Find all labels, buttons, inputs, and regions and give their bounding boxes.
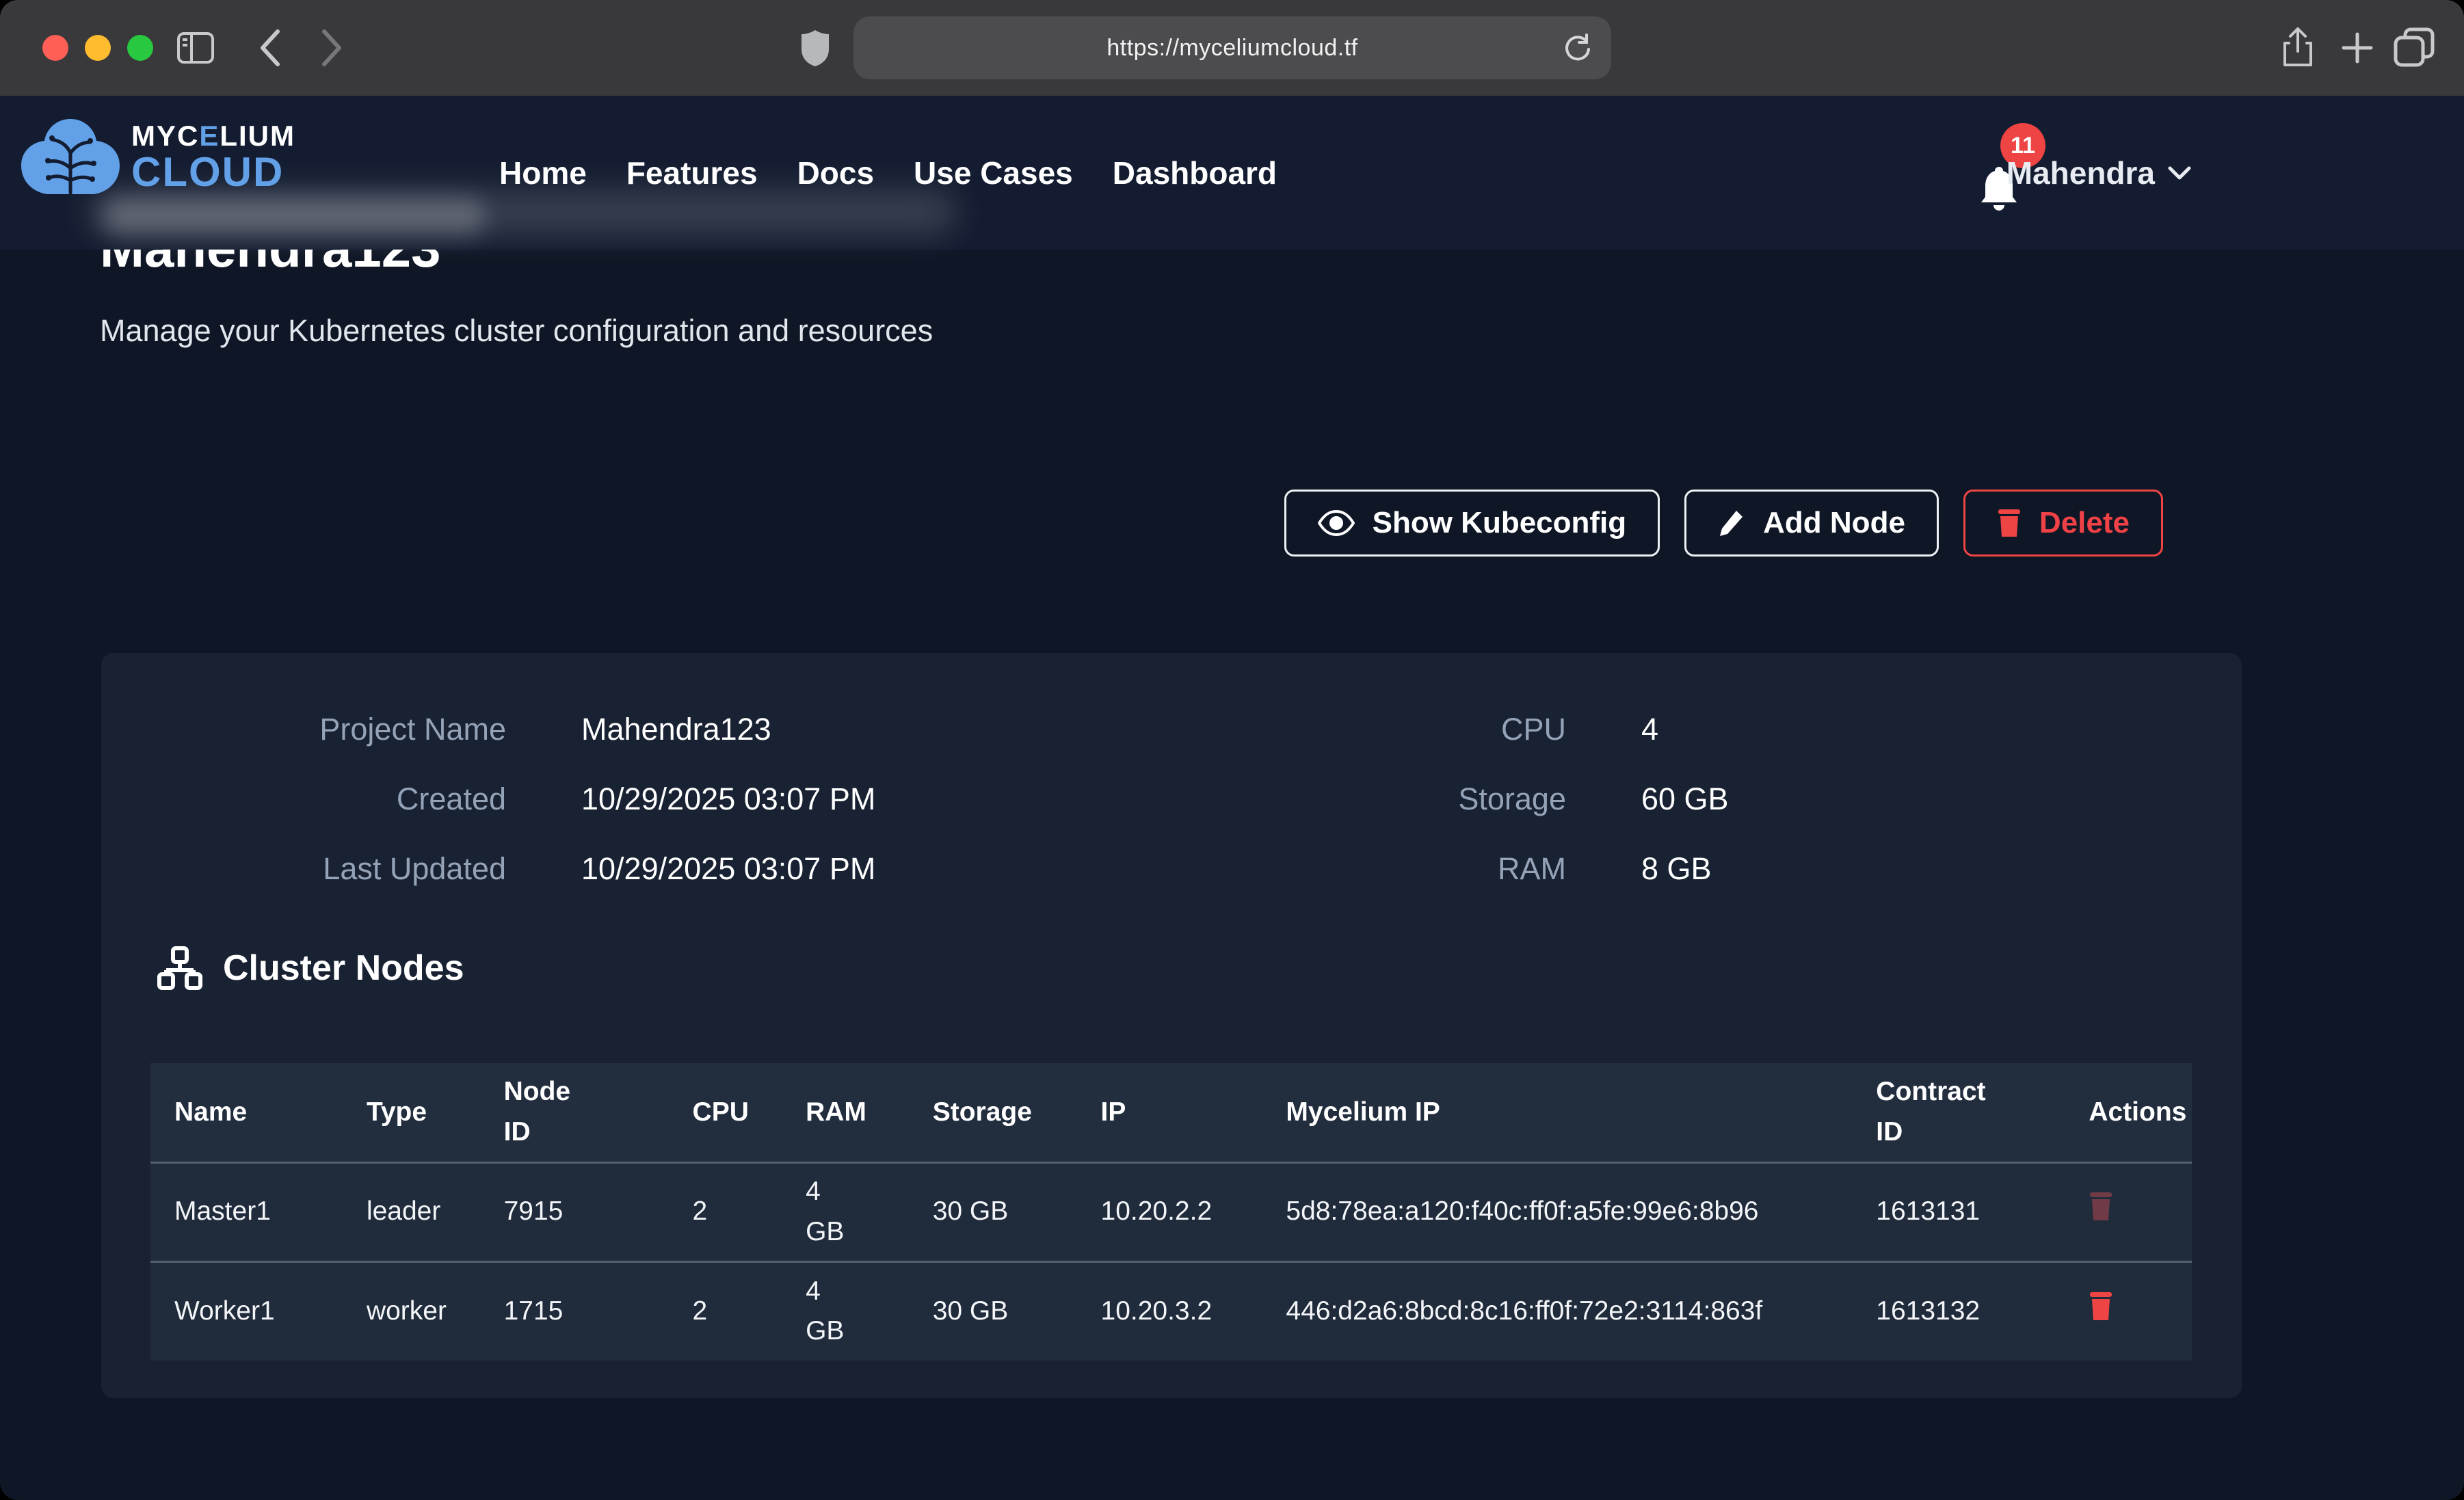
page-subtitle: Manage your Kubernetes cluster configura… (100, 313, 933, 349)
node-actions (2065, 1261, 2192, 1361)
chevron-down-icon (2167, 165, 2192, 181)
created-label: Created (150, 781, 506, 817)
node-actions (2065, 1162, 2192, 1261)
cluster-nodes-icon (157, 946, 202, 991)
ram-label: RAM (1210, 851, 1566, 887)
delete-node-button[interactable] (2089, 1190, 2113, 1222)
col-contract-id: Contract ID (1852, 1063, 2065, 1162)
trash-icon (2089, 1190, 2113, 1222)
last-updated-label: Last Updated (150, 851, 506, 887)
forward-icon[interactable] (320, 0, 343, 96)
delete-cluster-button[interactable]: Delete (1963, 490, 2163, 557)
node-cpu: 2 (669, 1261, 782, 1361)
col-name: Name (150, 1063, 343, 1162)
project-name-value: Mahendra123 (581, 712, 771, 747)
project-name-label: Project Name (150, 712, 506, 747)
back-icon[interactable] (259, 0, 282, 96)
col-mycelium-ip: Mycelium IP (1262, 1063, 1852, 1162)
node-contract-id: 1613132 (1852, 1261, 2065, 1361)
ram-value: 8 GB (1641, 851, 1712, 887)
col-ip: IP (1077, 1063, 1262, 1162)
new-tab-icon[interactable] (2340, 0, 2375, 96)
brand-logo[interactable]: MYCELIUM CLOUD (19, 118, 295, 197)
show-kubeconfig-button[interactable]: Show Kubeconfig (1284, 490, 1660, 557)
refresh-icon[interactable] (1562, 16, 1593, 79)
trash-icon (1997, 508, 2022, 538)
page-content: Mahendra123 Manage your Kubernetes clust… (0, 96, 2464, 1500)
nav-use-cases[interactable]: Use Cases (914, 155, 1073, 191)
node-storage: 30 GB (909, 1162, 1077, 1261)
node-mycelium-ip: 446:d2a6:8bcd:8c16:ff0f:72e2:3114:863f (1262, 1261, 1852, 1361)
node-ip: 10.20.3.2 (1077, 1261, 1262, 1361)
cluster-nodes-title: Cluster Nodes (223, 948, 464, 989)
col-actions: Actions (2065, 1063, 2192, 1162)
delete-node-button[interactable] (2089, 1290, 2113, 1322)
storage-value: 60 GB (1641, 781, 1729, 817)
node-id: 1715 (480, 1261, 669, 1361)
node-storage: 30 GB (909, 1261, 1077, 1361)
cluster-nodes-section-header: Cluster Nodes (157, 946, 464, 991)
storage-label: Storage (1210, 781, 1566, 817)
sidebar-toggle-icon[interactable] (176, 0, 215, 96)
node-type: leader (343, 1162, 480, 1261)
close-window-button[interactable] (42, 35, 68, 61)
pencil-icon (1718, 508, 1745, 538)
zoom-window-button[interactable] (127, 35, 153, 61)
brand-text: MYCELIUM CLOUD (131, 122, 295, 193)
minimize-window-button[interactable] (85, 35, 111, 61)
node-name: Worker1 (150, 1261, 343, 1361)
cluster-actions: Show Kubeconfig Add Node Delete (1284, 490, 2163, 557)
app-header: MYCELIUM CLOUD Home Features Docs Use Ca… (0, 96, 2464, 250)
show-kubeconfig-label: Show Kubeconfig (1373, 506, 1627, 540)
cloud-logo-icon (19, 118, 122, 197)
nav-dashboard[interactable]: Dashboard (1113, 155, 1277, 191)
blurred-title-smudge (103, 198, 486, 235)
browser-toolbar: https://myceliumcloud.tf (0, 0, 2464, 96)
col-ram: RAM (782, 1063, 909, 1162)
node-id: 7915 (480, 1162, 669, 1261)
col-node-id: Node ID (480, 1063, 669, 1162)
nav-features[interactable]: Features (626, 155, 758, 191)
node-contract-id: 1613131 (1852, 1162, 2065, 1261)
nav-docs[interactable]: Docs (797, 155, 874, 191)
table-header-row: Name Type Node ID CPU RAM Storage IP Myc… (150, 1063, 2192, 1162)
main-nav: Home Features Docs Use Cases Dashboard (499, 96, 1277, 250)
user-menu[interactable]: Mahendra (2006, 96, 2192, 250)
cpu-label: CPU (1210, 712, 1566, 747)
cluster-overview-card: Project Name Mahendra123 Created 10/29/2… (101, 653, 2242, 1398)
shield-icon[interactable] (800, 0, 830, 96)
table-row: Worker1 worker 1715 2 4 GB 30 GB 10.20.3… (150, 1261, 2192, 1361)
cluster-nodes-table: Name Type Node ID CPU RAM Storage IP Myc… (150, 1063, 2192, 1361)
col-storage: Storage (909, 1063, 1077, 1162)
node-ip: 10.20.2.2 (1077, 1162, 1262, 1261)
created-value: 10/29/2025 03:07 PM (581, 781, 875, 817)
eye-icon (1318, 510, 1355, 536)
delete-label: Delete (2039, 506, 2130, 540)
url-text: https://myceliumcloud.tf (1107, 35, 1357, 62)
node-ram: 4 GB (782, 1261, 909, 1361)
col-cpu: CPU (669, 1063, 782, 1162)
node-cpu: 2 (669, 1162, 782, 1261)
browser-window: https://myceliumcloud.tf (0, 0, 2464, 1500)
address-bar[interactable]: https://myceliumcloud.tf (853, 16, 1611, 79)
last-updated-value: 10/29/2025 03:07 PM (581, 851, 875, 887)
trash-icon (2089, 1290, 2113, 1322)
table-row: Master1 leader 7915 2 4 GB 30 GB 10.20.2… (150, 1162, 2192, 1261)
col-type: Type (343, 1063, 480, 1162)
add-node-button[interactable]: Add Node (1684, 490, 1939, 557)
node-ram: 4 GB (782, 1162, 909, 1261)
tabs-icon[interactable] (2393, 0, 2435, 96)
node-mycelium-ip: 5d8:78ea:a120:f40c:ff0f:a5fe:99e6:8b96 (1262, 1162, 1852, 1261)
node-type: worker (343, 1261, 480, 1361)
add-node-label: Add Node (1763, 506, 1905, 540)
cpu-value: 4 (1641, 712, 1658, 747)
user-name: Mahendra (2006, 155, 2155, 191)
node-name: Master1 (150, 1162, 343, 1261)
nav-home[interactable]: Home (499, 155, 587, 191)
share-icon[interactable] (2281, 0, 2315, 96)
